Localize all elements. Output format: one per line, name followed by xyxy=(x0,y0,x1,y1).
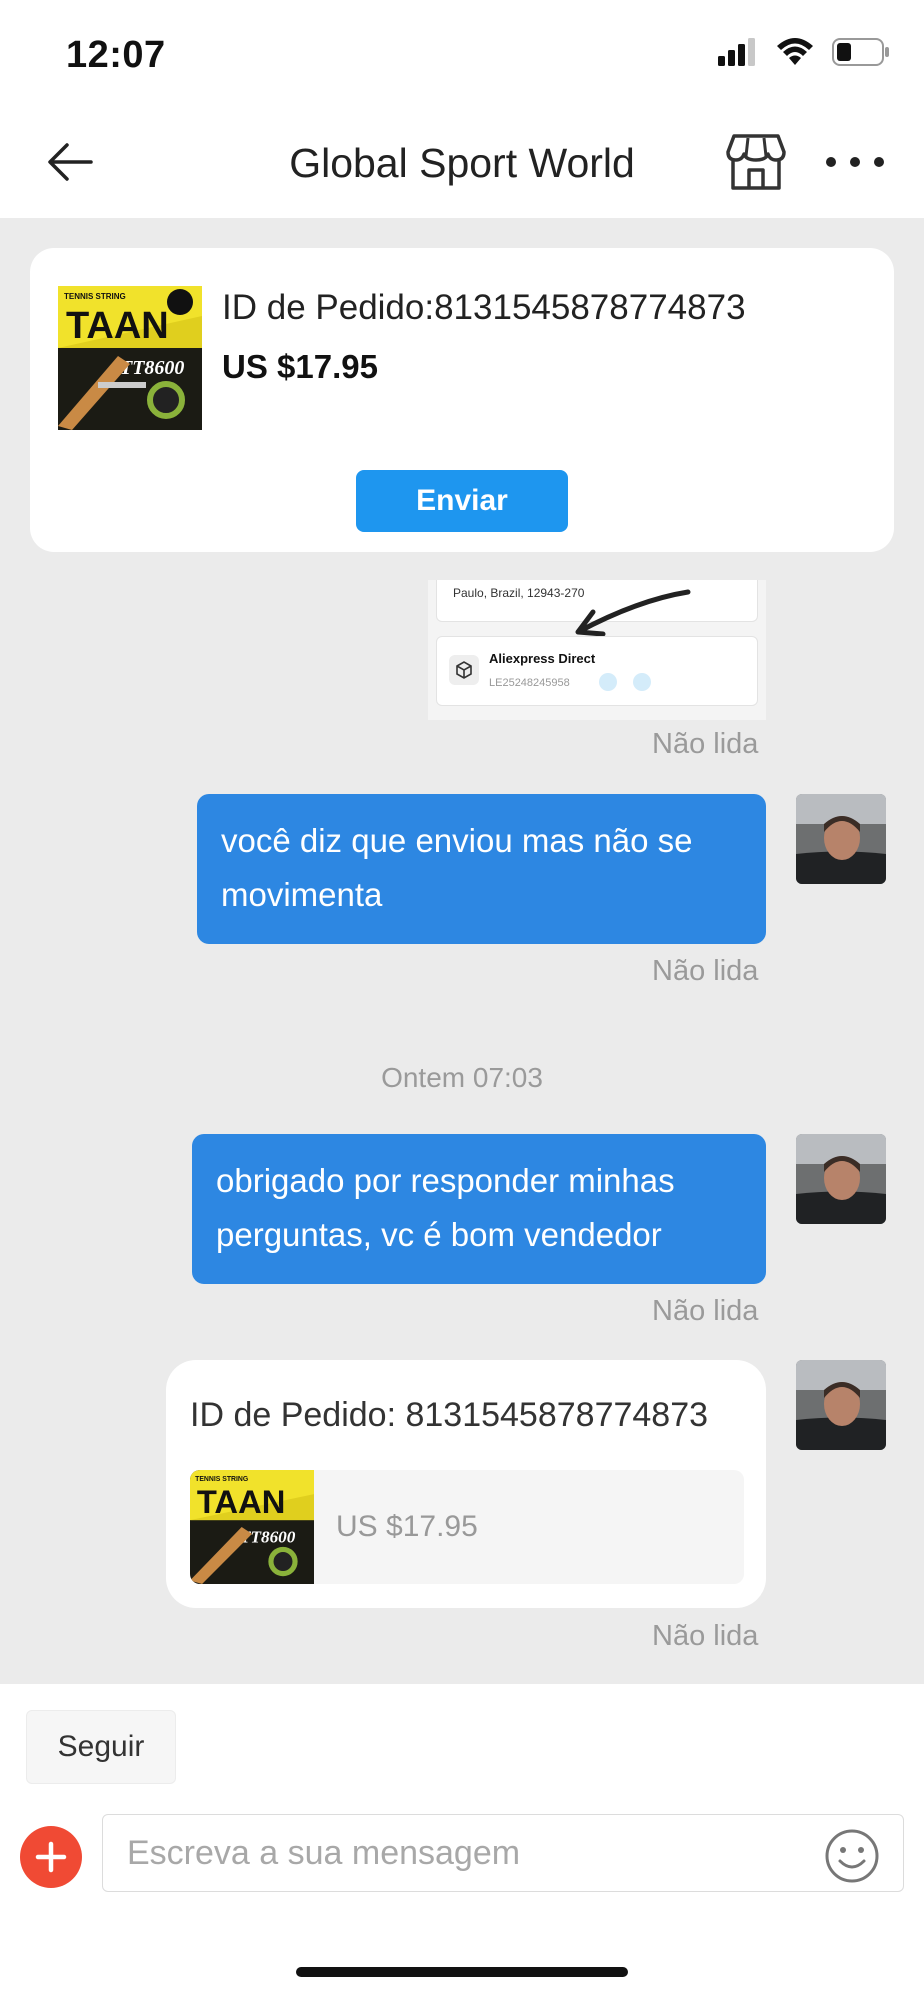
package-icon xyxy=(449,655,479,685)
status-time: 12:07 xyxy=(66,34,166,76)
signal-icon xyxy=(718,38,755,66)
timestamp: Ontem 07:03 xyxy=(381,1062,543,1093)
image-carrier-box: Aliexpress Direct LE25248245958 xyxy=(436,636,758,706)
product-thumbnail[interactable]: TENNIS STRING TAAN TT8600 xyxy=(58,286,202,430)
read-status: Não lida xyxy=(652,728,759,760)
read-status: Não lida xyxy=(652,955,759,987)
follow-button[interactable]: Seguir xyxy=(26,1710,176,1784)
product-brand: TAAN xyxy=(66,305,169,347)
product-model: TT8600 xyxy=(120,357,184,379)
status-icons xyxy=(718,38,890,66)
copy-icon xyxy=(599,673,617,691)
order-price: US $17.95 xyxy=(336,1510,478,1543)
battery-icon xyxy=(832,38,889,66)
store-button[interactable] xyxy=(724,130,788,194)
emoji-icon[interactable] xyxy=(824,1828,880,1884)
image-tracking-number: LE25248245958 xyxy=(489,677,570,689)
product-top-text: TENNIS STRING xyxy=(64,292,126,301)
status-bar: 12:07 xyxy=(0,0,924,110)
order-id: ID de Pedido: 8131545878774873 xyxy=(190,1396,709,1434)
order-message-bubble[interactable]: ID de Pedido: 8131545878774873 TENNIS ST… xyxy=(166,1360,766,1608)
avatar[interactable] xyxy=(796,1360,886,1450)
open-link-icon xyxy=(633,673,651,691)
product-brand: TAAN xyxy=(197,1483,285,1520)
image-carrier-name: Aliexpress Direct xyxy=(489,651,596,666)
pinned-order-card: TENNIS STRING TAAN TT8600 ID de Pedido:8… xyxy=(30,248,894,552)
message-image[interactable]: Paulo, Brazil, 12943-270 Aliexpress Dire… xyxy=(428,580,766,720)
read-status: Não lida xyxy=(652,1295,759,1327)
composer-bar: Seguir xyxy=(0,1684,924,2000)
wifi-icon xyxy=(777,38,813,65)
home-indicator[interactable] xyxy=(296,1967,628,1977)
order-product-row[interactable]: TENNIS STRING TAAN TT8600 US $17.95 xyxy=(190,1470,744,1584)
message-bubble-outgoing[interactable]: você diz que enviou mas não se movimenta xyxy=(197,794,766,944)
avatar[interactable] xyxy=(796,1134,886,1224)
order-price: US $17.95 xyxy=(222,348,378,385)
product-thumbnail: TENNIS STRING TAAN TT8600 xyxy=(190,1470,314,1584)
message-input[interactable] xyxy=(102,1814,904,1892)
chat-header: Global Sport World xyxy=(0,110,924,218)
avatar[interactable] xyxy=(796,794,886,884)
more-icon[interactable] xyxy=(826,140,884,184)
plus-icon[interactable] xyxy=(20,1826,82,1888)
product-top-text: TENNIS STRING xyxy=(195,1476,248,1483)
order-id: ID de Pedido:8131545878774873 xyxy=(222,288,746,327)
store-icon xyxy=(726,134,786,190)
read-status: Não lida xyxy=(652,1620,759,1652)
send-order-button[interactable]: Enviar xyxy=(356,470,568,532)
message-bubble-outgoing[interactable]: obrigado por responder minhas perguntas,… xyxy=(192,1134,766,1284)
